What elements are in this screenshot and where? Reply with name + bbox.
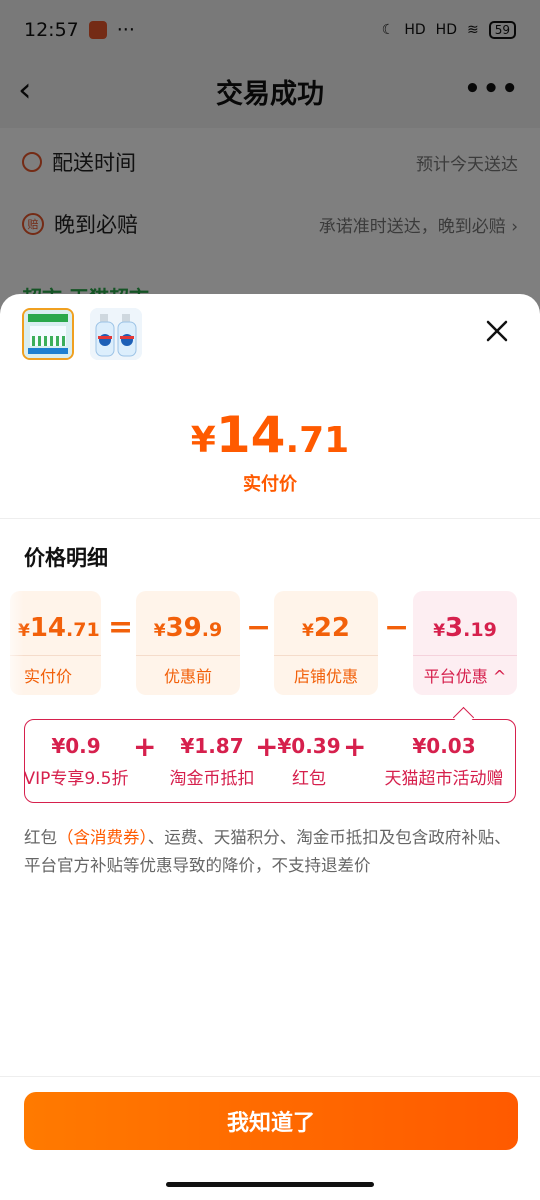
discount-value: ¥1.87 (180, 734, 244, 758)
box-integer: 14 (29, 613, 67, 643)
product-thumbnail-2[interactable] (90, 308, 142, 360)
paid-price-integer: 14 (215, 406, 286, 464)
plus-sign: + (343, 730, 367, 763)
box-label: 实付价 (24, 667, 73, 686)
divider (0, 1076, 540, 1077)
divider (0, 518, 540, 519)
platform-discount-toggle[interactable]: 平台优惠 ^ (413, 663, 517, 687)
got-it-button[interactable]: 我知道了 (24, 1092, 518, 1150)
discount-label: 红包 (292, 769, 326, 789)
paid-price: ¥14.71 (0, 406, 540, 464)
discount-label: VIP专享9.5折 (24, 769, 129, 789)
box-label: 店铺优惠 (293, 667, 358, 686)
box-label: 优惠前 (163, 667, 212, 686)
discount-value: ¥0.03 (412, 734, 476, 758)
box-decimal: .9 (201, 619, 223, 641)
paid-price-decimal: .71 (285, 420, 350, 461)
product-thumbnail-1[interactable] (22, 308, 74, 360)
discount-label: 淘金币抵扣 (169, 769, 255, 789)
discount-item-tmall-event: ¥0.03 天猫超市活动赠 (371, 734, 515, 789)
minus-sign: − (246, 610, 272, 645)
box-decimal: .71 (66, 619, 100, 641)
discount-item-coins: ¥1.87 淘金币抵扣 (157, 734, 267, 789)
minus-sign: − (384, 610, 410, 645)
box-integer: 22 (313, 613, 351, 643)
box-platform-discount[interactable]: ¥3.19 平台优惠 ^ (413, 591, 517, 695)
discount-value: ¥0.9 (51, 734, 101, 758)
price-note: 红包（含消费券）、运费、天猫积分、淘金币抵扣及包含政府补贴、平台官方补贴等优惠导… (24, 824, 518, 880)
box-integer: 39 (165, 613, 202, 643)
box-decimal: .19 (463, 619, 497, 641)
box-symbol: ¥ (153, 621, 166, 641)
box-symbol: ¥ (301, 621, 314, 641)
discount-value: ¥0.39 (277, 734, 341, 758)
plus-sign: + (133, 730, 157, 763)
platform-discount-breakdown: ¥0.9 VIP专享9.5折 + ¥1.87 淘金币抵扣 + ¥0.39 红包 … (24, 719, 516, 803)
box-symbol: ¥ (433, 621, 446, 641)
plus-sign: + (255, 730, 279, 763)
box-integer: 3 (445, 613, 464, 643)
box-original-price: ¥39.9 优惠前 (136, 591, 240, 695)
box-store-discount: ¥22 店铺优惠 (274, 591, 378, 695)
close-icon[interactable] (482, 316, 512, 346)
equals-sign: = (108, 610, 134, 645)
discount-label: 天猫超市活动赠 (384, 769, 504, 789)
home-indicator[interactable] (166, 1182, 374, 1187)
discount-item-redpacket: ¥0.39 红包 (277, 734, 341, 789)
note-prefix: 红包 (24, 828, 57, 847)
discount-item-vip: ¥0.9 VIP专享9.5折 (24, 734, 131, 789)
price-detail-sheet: ¥14.71 实付价 价格明细 ¥14.71 实付价 = ¥39.9 优惠前 −… (0, 294, 540, 1200)
paid-price-caption: 实付价 (243, 474, 297, 495)
section-title: 价格明细 (24, 546, 108, 570)
paid-price-symbol: ¥ (190, 420, 216, 461)
note-consumer-voucher-link[interactable]: （含消费券） (57, 828, 148, 847)
